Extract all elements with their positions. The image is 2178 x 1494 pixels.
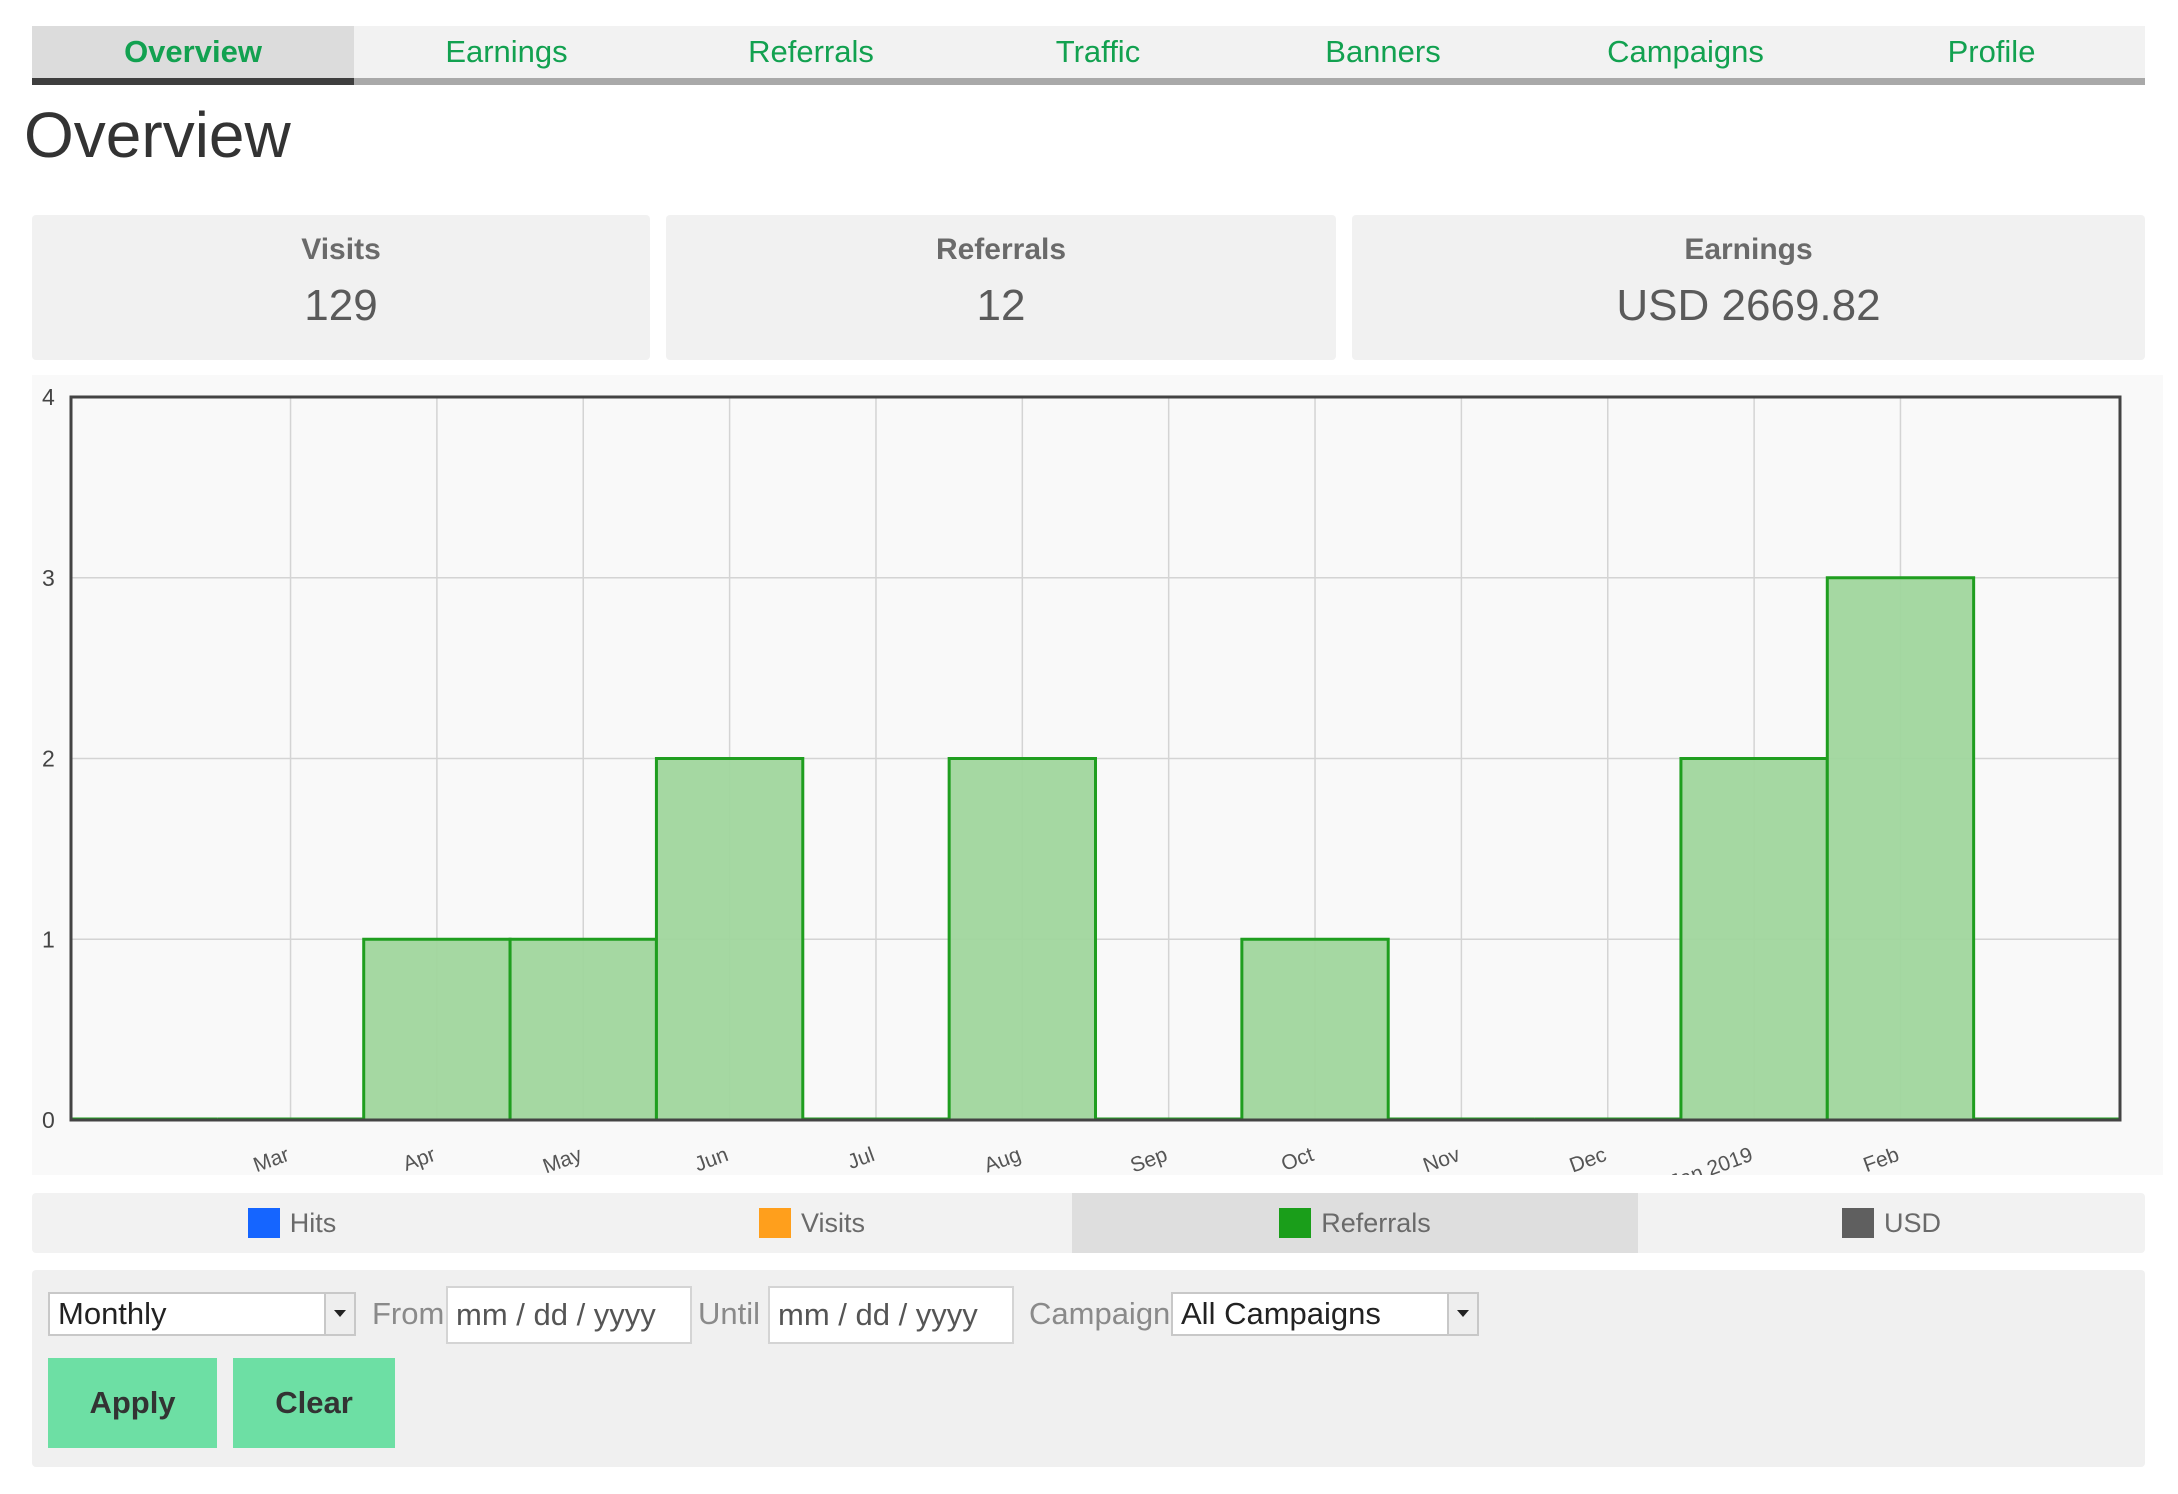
chevron-down-icon (324, 1294, 354, 1334)
chart-bar (1825, 576, 1976, 1122)
clear-button[interactable]: Clear (233, 1358, 395, 1448)
x-tick-label: Aug (981, 1143, 1024, 1175)
earnings-card: Earnings USD 2669.82 (1352, 215, 2145, 360)
referrals-value: 12 (976, 281, 1026, 330)
x-tick-label: Sep (1127, 1143, 1170, 1175)
x-tick-label: May (540, 1143, 586, 1175)
x-tick-label: Oct (1278, 1143, 1317, 1175)
legend-referrals[interactable]: Referrals (1072, 1193, 1638, 1253)
visits-value: 129 (304, 281, 378, 330)
legend-hits[interactable]: Hits (32, 1193, 552, 1253)
tab-traffic[interactable]: Traffic (963, 26, 1233, 78)
chart-bar (508, 937, 658, 1122)
tab-campaigns[interactable]: Campaigns (1533, 26, 1838, 78)
apply-button[interactable]: Apply (48, 1358, 217, 1448)
x-tick-label: Nov (1420, 1143, 1463, 1175)
x-tick-label: Mar (250, 1143, 292, 1175)
y-tick-label: 0 (42, 1107, 55, 1133)
legend-usd[interactable]: USD (1638, 1193, 2145, 1253)
y-tick-label: 1 (42, 926, 55, 952)
from-label: From (372, 1296, 445, 1331)
earnings-label: Earnings (1684, 233, 1813, 266)
x-tick-label: Jun (692, 1143, 732, 1175)
referrals-label: Referrals (935, 233, 1067, 266)
x-tick-label: Dec (1566, 1143, 1609, 1175)
chart-legend: Hits Visits Referrals USD (32, 1193, 2145, 1253)
x-tick-label: Apr (400, 1143, 439, 1175)
legend-visits[interactable]: Visits (552, 1193, 1072, 1253)
tab-overview[interactable]: Overview (32, 26, 354, 85)
tab-profile[interactable]: Profile (1838, 26, 2145, 78)
tab-earnings[interactable]: Earnings (354, 26, 659, 78)
y-tick-label: 4 (42, 384, 55, 410)
legend-hits-label: Hits (289, 1207, 337, 1238)
referrals-chart: 0 1 2 3 4 Mar Apr May Jun Jul Aug Sep Oct Nov Dec Jan 2… (32, 375, 2163, 1175)
visits-label: Visits (301, 233, 381, 266)
from-date-input[interactable] (446, 1286, 692, 1344)
visits-card: Visits 129 (32, 215, 650, 360)
campaign-select[interactable]: All Campaigns (1171, 1292, 1479, 1336)
tab-bar: Overview Earnings Referrals Traffic Bann… (32, 26, 2145, 85)
period-value: Monthly (58, 1296, 167, 1331)
chart-bar (1240, 937, 1390, 1122)
until-label: Until (698, 1296, 761, 1331)
period-select[interactable]: Monthly (48, 1292, 356, 1336)
legend-usd-label: USD (1883, 1207, 1941, 1238)
chart-bar (654, 757, 805, 1122)
chart-bar (362, 937, 512, 1122)
usd-swatch (1841, 1208, 1874, 1238)
hits-swatch (247, 1208, 280, 1238)
visits-swatch (758, 1208, 791, 1238)
y-tick-label: 3 (42, 565, 55, 591)
chart-bar (947, 757, 1098, 1122)
chart-svg: 0 1 2 3 4 Mar Apr May Jun Jul Aug Sep Oct Nov Dec Jan 2… (42, 384, 2122, 1175)
referrals-card: Referrals 12 (666, 215, 1336, 360)
page-title: Overview (24, 99, 291, 171)
tab-banners[interactable]: Banners (1233, 26, 1533, 78)
tab-referrals[interactable]: Referrals (659, 26, 963, 78)
campaign-label: Campaign (1029, 1296, 1171, 1331)
x-tick-label: Feb (1860, 1143, 1902, 1175)
referrals-swatch (1279, 1208, 1312, 1238)
chart-bar (1679, 757, 1829, 1122)
y-tick-label: 2 (42, 746, 55, 772)
until-date-input[interactable] (768, 1286, 1014, 1344)
earnings-value: USD 2669.82 (1616, 281, 1881, 330)
chevron-down-icon (1447, 1294, 1477, 1334)
x-tick-label: Jan 2019 (1667, 1143, 1756, 1175)
x-tick-label: Jul (845, 1143, 878, 1174)
legend-referrals-label: Referrals (1321, 1207, 1431, 1238)
campaign-value: All Campaigns (1181, 1296, 1381, 1331)
legend-visits-label: Visits (800, 1207, 866, 1238)
